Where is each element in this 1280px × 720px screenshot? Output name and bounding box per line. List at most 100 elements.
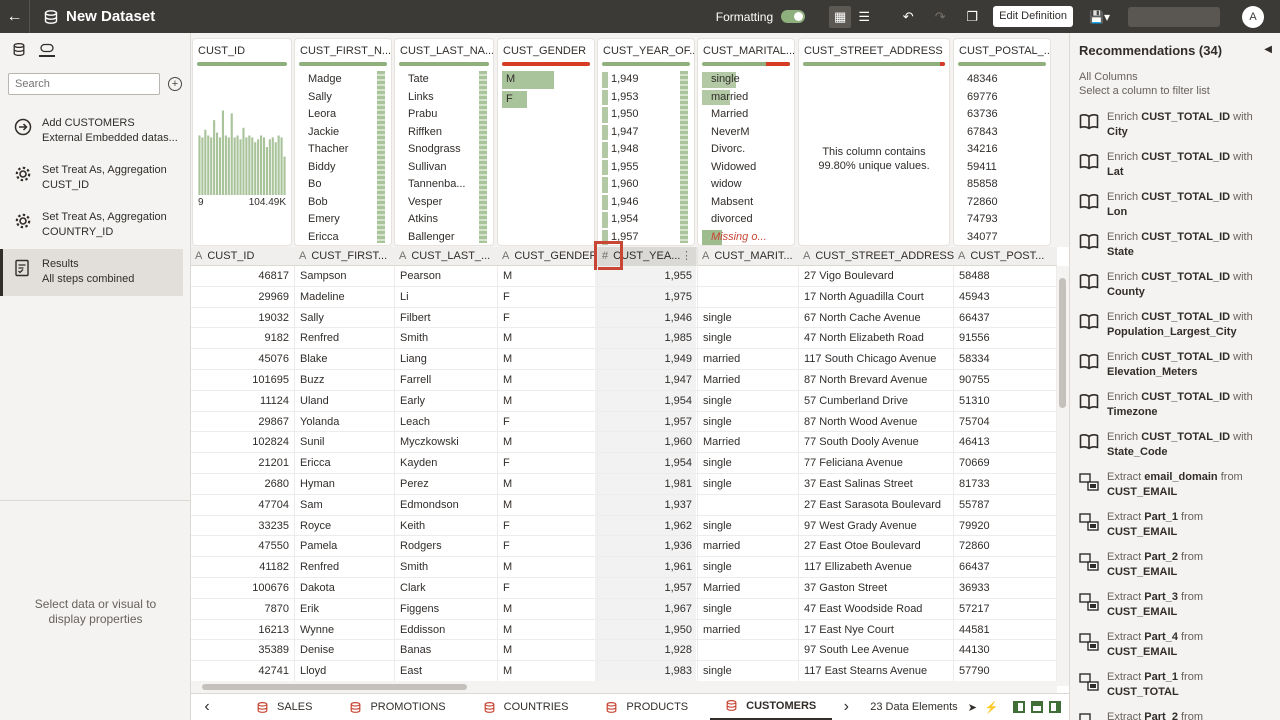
column-header[interactable]: A CUST_ID [191, 247, 295, 266]
formatting-toggle[interactable] [781, 10, 806, 23]
table-cell[interactable]: 67 North Cache Avenue [799, 307, 954, 329]
table-cell[interactable]: Hyman [295, 473, 395, 495]
table-cell[interactable]: 42741 [191, 661, 295, 682]
table-cell[interactable]: M [498, 349, 598, 370]
table-cell[interactable]: Erik [295, 598, 395, 620]
table-cell[interactable]: 58334 [954, 349, 1057, 370]
table-cell[interactable]: 75704 [954, 411, 1057, 433]
recommendation-item[interactable]: Extract Part_3 from CUST_EMAIL [1070, 590, 1280, 630]
table-cell[interactable]: 91556 [954, 328, 1057, 350]
table-row[interactable]: 47704 Sam Edmondson M 1,937 27 East Sarasota … [191, 494, 1057, 516]
table-cell[interactable]: single [698, 661, 799, 682]
table-row[interactable]: 33235 Royce Keith F 1,962 single 97 West Grady… [191, 515, 1057, 537]
recommendation-item[interactable]: Enrich CUST_TOTAL_ID with City [1070, 110, 1280, 150]
table-cell[interactable]: Edmondson [395, 494, 498, 516]
table-cell[interactable]: M [498, 598, 598, 620]
table-cell[interactable]: East [395, 661, 498, 682]
table-row[interactable]: 46817 Sampson Pearson M 1,955 27 Vigo Bouleva… [191, 266, 1057, 287]
table-cell[interactable]: 117 East Stearns Avenue [799, 661, 954, 682]
recommendation-item[interactable]: Enrich CUST_TOTAL_ID with State [1070, 230, 1280, 270]
text-type-icon[interactable]: A [958, 250, 965, 262]
table-row[interactable]: 101695 Buzz Farrell M 1,947 Married 87 North B… [191, 369, 1057, 391]
table-cell[interactable]: 47 East Woodside Road [799, 598, 954, 620]
profile-value[interactable]: 63736 [954, 106, 1050, 124]
table-row[interactable]: 100676 Dakota Clark F 1,957 Married 37 Gaston … [191, 577, 1057, 599]
layout-left-icon[interactable] [1012, 701, 1025, 713]
table-cell[interactable]: 77 South Dooly Avenue [799, 432, 954, 454]
table-row[interactable]: 19032 Sally Filbert F 1,946 single 67 North Ca… [191, 307, 1057, 329]
profile-card-marital[interactable]: CUST_MARITAL... single married Married Neve… [698, 39, 794, 245]
table-cell[interactable]: Married [698, 432, 799, 454]
back-arrow-icon[interactable]: ← [0, 0, 30, 33]
table-cell[interactable]: M [498, 494, 598, 516]
table-cell[interactable]: 46413 [954, 432, 1057, 454]
table-cell[interactable]: 100676 [191, 577, 295, 599]
profile-value[interactable]: widow [698, 176, 794, 194]
table-cell[interactable]: Smith [395, 328, 498, 350]
table-cell[interactable]: M [498, 369, 598, 391]
table-cell[interactable]: 2680 [191, 473, 295, 495]
table-cell[interactable]: 66437 [954, 557, 1057, 578]
table-cell[interactable]: 45076 [191, 349, 295, 370]
table-cell[interactable]: Married [698, 577, 799, 599]
table-cell[interactable]: 70669 [954, 453, 1057, 474]
dataset-tab-promotions[interactable]: PROMOTIONS [334, 694, 461, 720]
chevron-right-icon[interactable]: › [832, 698, 860, 716]
table-cell[interactable]: 29969 [191, 286, 295, 308]
table-cell[interactable]: 87 North Brevard Avenue [799, 369, 954, 391]
recommendation-item[interactable]: Enrich CUST_TOTAL_ID with State_Code [1070, 430, 1280, 470]
table-cell[interactable]: 1,955 [598, 266, 698, 287]
lightning-icon[interactable]: ⚡ [985, 701, 999, 714]
recommendation-item[interactable]: Enrich CUST_TOTAL_ID with Lon [1070, 190, 1280, 230]
rocket-icon[interactable]: ➤ [968, 701, 977, 714]
table-row[interactable]: 45076 Blake Liang M 1,949 married 117 South Ch… [191, 349, 1057, 370]
table-cell[interactable]: 66437 [954, 307, 1057, 329]
text-type-icon[interactable]: A [299, 250, 306, 262]
table-row[interactable]: 42741 Lloyd East M 1,983 single 117 East Stear… [191, 661, 1057, 682]
table-cell[interactable]: 1,981 [598, 473, 698, 495]
column-header[interactable]: A CUST_MARIT... [698, 247, 799, 266]
table-cell[interactable]: 47 North Elizabeth Road [799, 328, 954, 350]
horizontal-scrollbar[interactable] [191, 681, 1057, 693]
table-cell[interactable]: 79920 [954, 515, 1057, 537]
table-row[interactable]: 29969 Madeline Li F 1,975 17 North Aguadilla … [191, 286, 1057, 308]
profile-value[interactable]: F [498, 90, 594, 108]
profile-value[interactable]: 85858 [954, 176, 1050, 194]
table-cell[interactable]: 72860 [954, 536, 1057, 558]
table-cell[interactable] [698, 494, 799, 516]
collapse-caret-icon[interactable]: ◀ [1264, 44, 1272, 55]
table-cell[interactable]: F [498, 577, 598, 599]
table-row[interactable]: 2680 Hyman Perez M 1,981 single 37 East Salina… [191, 473, 1057, 495]
table-cell[interactable]: F [498, 411, 598, 433]
table-cell[interactable]: Yolanda [295, 411, 395, 433]
table-cell[interactable]: 7870 [191, 598, 295, 620]
table-cell[interactable]: 1,957 [598, 411, 698, 433]
table-cell[interactable]: single [698, 453, 799, 474]
table-cell[interactable]: 35389 [191, 640, 295, 662]
recommendation-item[interactable]: Extract Part_2 from [1070, 710, 1280, 720]
create-workbook-button[interactable] [1128, 6, 1220, 27]
table-cell[interactable]: Rodgers [395, 536, 498, 558]
table-cell[interactable]: single [698, 598, 799, 620]
table-cell[interactable]: Dakota [295, 577, 395, 599]
table-cell[interactable]: married [698, 619, 799, 641]
table-cell[interactable]: M [498, 640, 598, 662]
table-cell[interactable]: M [498, 390, 598, 412]
table-cell[interactable]: married [698, 349, 799, 370]
table-cell[interactable]: F [498, 515, 598, 537]
table-cell[interactable]: Liang [395, 349, 498, 370]
profile-value[interactable]: 34077 [954, 229, 1050, 246]
text-type-icon[interactable]: A [803, 250, 810, 262]
column-header[interactable]: A CUST_GENDER [498, 247, 598, 266]
table-cell[interactable]: 1,949 [598, 349, 698, 370]
recommendation-item[interactable]: Extract Part_2 from CUST_EMAIL [1070, 550, 1280, 590]
profile-value[interactable]: M [498, 71, 594, 89]
table-cell[interactable]: M [498, 473, 598, 495]
avatar[interactable]: A [1242, 5, 1264, 28]
table-cell[interactable]: 19032 [191, 307, 295, 329]
dataset-tab-customers[interactable]: CUSTOMERS [710, 694, 833, 720]
table-cell[interactable]: 51310 [954, 390, 1057, 412]
vertical-scrollbar[interactable] [1057, 266, 1069, 686]
table-cell[interactable]: 90755 [954, 369, 1057, 391]
table-cell[interactable]: 117 South Chicago Avenue [799, 349, 954, 370]
